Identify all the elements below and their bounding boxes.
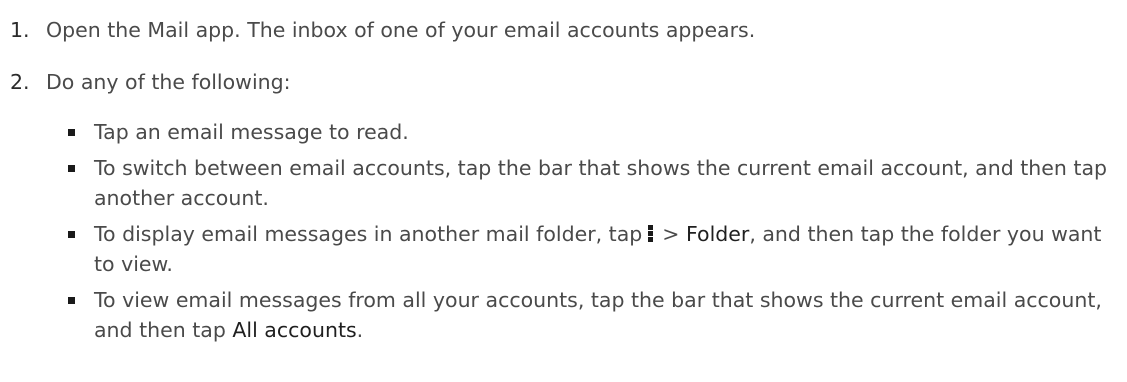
all-accounts-label: All accounts (232, 318, 357, 342)
bullet-marker (68, 165, 75, 172)
bullet-marker (68, 297, 75, 304)
menu-dots-icon (648, 225, 654, 243)
bullet-marker (68, 231, 75, 238)
step-text: Open the Mail app. The inbox of one of y… (46, 18, 756, 42)
bullet-list: Tap an email message to read. To switch … (66, 117, 1116, 351)
list-item: Tap an email message to read. (66, 117, 1116, 147)
document-page: 1. Open the Mail app. The inbox of one of… (0, 0, 1127, 382)
list-item-text: To display email messages in another mai… (94, 222, 643, 246)
list-item: To view email messages from all your acc… (66, 285, 1116, 345)
step-text: Do any of the following: (46, 70, 291, 94)
folder-label: Folder (685, 222, 750, 246)
list-item: To display email messages in another mai… (66, 219, 1116, 279)
step-2: 2. Do any of the following: (10, 67, 291, 97)
step-number: 2. (10, 70, 30, 94)
step-1: 1. Open the Mail app. The inbox of one of… (10, 15, 755, 45)
list-item-text: . (356, 318, 364, 342)
list-item-text: Tap an email message to read. (94, 120, 409, 144)
list-item-text: > (662, 222, 686, 246)
step-number: 1. (10, 18, 30, 42)
bullet-marker (68, 129, 75, 136)
list-item-text: To switch between email accounts, tap th… (94, 156, 1108, 210)
list-item: To switch between email accounts, tap th… (66, 153, 1116, 213)
